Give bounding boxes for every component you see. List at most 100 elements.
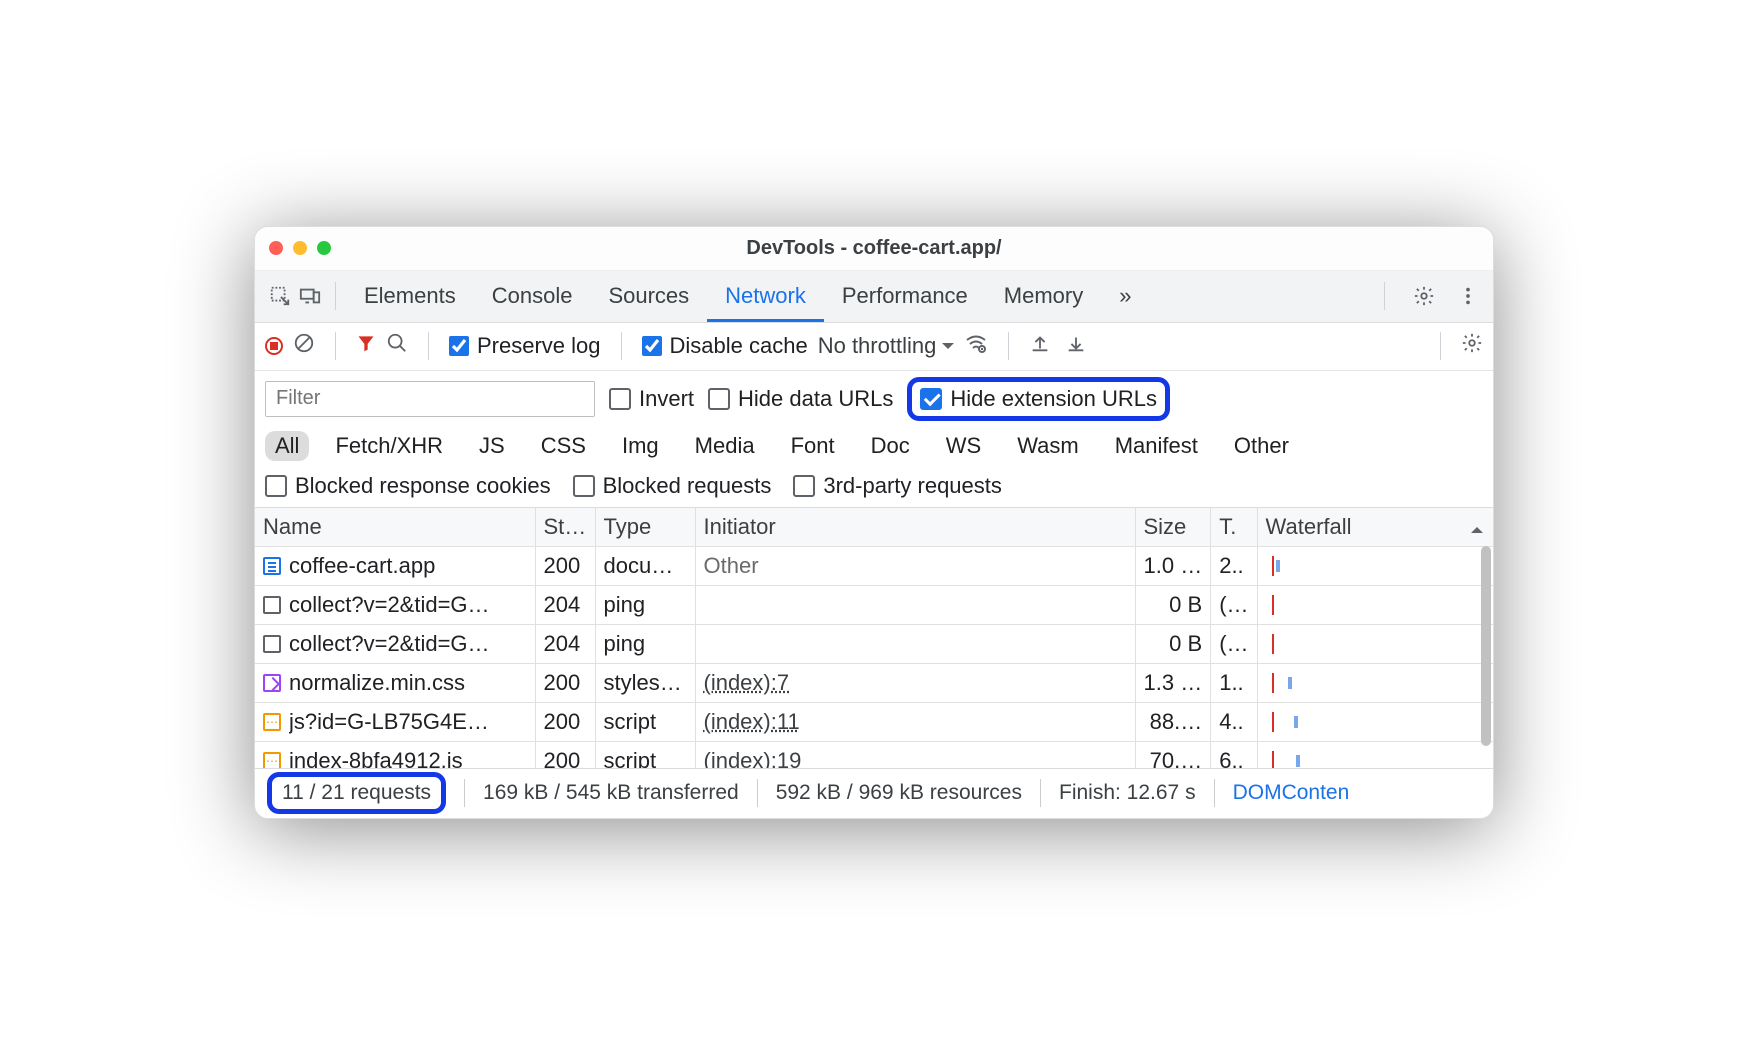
inspect-icon[interactable] bbox=[265, 285, 295, 307]
divider bbox=[1384, 282, 1385, 310]
col-name-header[interactable]: Name bbox=[255, 508, 535, 547]
table-header-row: Name St… Type Initiator Size T. Waterfal… bbox=[255, 508, 1493, 547]
checkbox-icon bbox=[265, 475, 287, 497]
window-title: DevTools - coffee-cart.app/ bbox=[269, 237, 1479, 260]
blocked-requests-checkbox[interactable]: Blocked requests bbox=[573, 473, 772, 499]
divider bbox=[621, 332, 622, 360]
time-cell: (… bbox=[1211, 624, 1257, 663]
type-media[interactable]: Media bbox=[685, 431, 765, 461]
type-cell: script bbox=[595, 741, 695, 768]
scrollbar[interactable] bbox=[1481, 546, 1491, 746]
col-status-header[interactable]: St… bbox=[535, 508, 595, 547]
invert-checkbox[interactable]: Invert bbox=[609, 386, 694, 412]
throttling-select[interactable]: No throttling bbox=[818, 333, 955, 359]
type-cell: ping bbox=[595, 624, 695, 663]
hide-data-urls-checkbox[interactable]: Hide data URLs bbox=[708, 386, 893, 412]
network-settings-icon[interactable] bbox=[1461, 332, 1483, 360]
type-css[interactable]: CSS bbox=[531, 431, 596, 461]
type-cell: styles… bbox=[595, 663, 695, 702]
tab-elements[interactable]: Elements bbox=[346, 271, 474, 322]
col-initiator-header[interactable]: Initiator bbox=[695, 508, 1135, 547]
preserve-log-input[interactable] bbox=[449, 336, 469, 356]
size-cell: 0 B bbox=[1135, 585, 1211, 624]
kebab-icon[interactable] bbox=[1453, 285, 1483, 307]
request-name: normalize.min.css bbox=[289, 670, 465, 696]
size-cell: 70.… bbox=[1135, 741, 1211, 768]
tab-network[interactable]: Network bbox=[707, 271, 824, 322]
gear-icon[interactable] bbox=[1409, 285, 1439, 307]
tab-more[interactable]: » bbox=[1101, 271, 1149, 322]
download-har-icon[interactable] bbox=[1065, 332, 1087, 360]
type-ws[interactable]: WS bbox=[936, 431, 991, 461]
waterfall-cell bbox=[1266, 751, 1485, 768]
status-cell: 204 bbox=[535, 624, 595, 663]
type-fetch-xhr[interactable]: Fetch/XHR bbox=[325, 431, 453, 461]
transferred-size: 169 kB / 545 kB transferred bbox=[483, 781, 739, 805]
col-size-header[interactable]: Size bbox=[1135, 508, 1211, 547]
network-conditions-icon[interactable] bbox=[964, 331, 988, 361]
file-css-icon bbox=[263, 674, 281, 692]
table-row[interactable]: normalize.min.css 200 styles… (index):7 … bbox=[255, 663, 1493, 702]
chevron-down-icon bbox=[942, 343, 954, 355]
checkbox-icon bbox=[920, 388, 942, 410]
checkbox-icon bbox=[708, 388, 730, 410]
type-wasm[interactable]: Wasm bbox=[1007, 431, 1089, 461]
tab-performance[interactable]: Performance bbox=[824, 271, 986, 322]
tab-memory[interactable]: Memory bbox=[986, 271, 1101, 322]
initiator-link[interactable]: (index):7 bbox=[704, 670, 790, 695]
divider bbox=[335, 332, 336, 360]
upload-har-icon[interactable] bbox=[1029, 332, 1051, 360]
type-other[interactable]: Other bbox=[1224, 431, 1299, 461]
type-all[interactable]: All bbox=[265, 431, 309, 461]
waterfall-cell bbox=[1266, 634, 1485, 654]
search-icon[interactable] bbox=[386, 332, 408, 360]
third-party-checkbox[interactable]: 3rd-party requests bbox=[793, 473, 1002, 499]
maximize-window-button[interactable] bbox=[317, 241, 331, 255]
type-img[interactable]: Img bbox=[612, 431, 669, 461]
filter-input[interactable] bbox=[265, 381, 595, 417]
type-doc[interactable]: Doc bbox=[861, 431, 920, 461]
status-cell: 200 bbox=[535, 702, 595, 741]
disable-cache-input[interactable] bbox=[642, 336, 662, 356]
disable-cache-checkbox[interactable]: Disable cache bbox=[642, 333, 808, 359]
tab-sources[interactable]: Sources bbox=[590, 271, 707, 322]
type-manifest[interactable]: Manifest bbox=[1105, 431, 1208, 461]
minimize-window-button[interactable] bbox=[293, 241, 307, 255]
initiator-link[interactable]: (index):11 bbox=[704, 709, 800, 734]
divider bbox=[428, 332, 429, 360]
col-waterfall-header[interactable]: Waterfall bbox=[1257, 508, 1493, 547]
device-toolbar-icon[interactable] bbox=[295, 285, 325, 307]
hide-extension-urls-checkbox[interactable]: Hide extension URLs bbox=[907, 377, 1170, 421]
table-row[interactable]: coffee-cart.app 200 docu… Other 1.0 … 2.… bbox=[255, 546, 1493, 585]
type-js[interactable]: JS bbox=[469, 431, 515, 461]
initiator-link[interactable]: (index):19 bbox=[704, 748, 802, 768]
request-name: collect?v=2&tid=G… bbox=[289, 592, 490, 618]
request-name: coffee-cart.app bbox=[289, 553, 435, 579]
col-type-header[interactable]: Type bbox=[595, 508, 695, 547]
waterfall-cell bbox=[1266, 595, 1485, 615]
type-cell: script bbox=[595, 702, 695, 741]
table-row[interactable]: index-8bfa4912.js 200 script (index):19 … bbox=[255, 741, 1493, 768]
checkbox-icon bbox=[609, 388, 631, 410]
status-cell: 204 bbox=[535, 585, 595, 624]
preserve-log-checkbox[interactable]: Preserve log bbox=[449, 333, 601, 359]
checkbox-icon bbox=[793, 475, 815, 497]
titlebar: DevTools - coffee-cart.app/ bbox=[255, 227, 1493, 271]
type-font[interactable]: Font bbox=[781, 431, 845, 461]
request-name: index-8bfa4912.js bbox=[289, 748, 463, 768]
sort-asc-icon bbox=[1471, 521, 1483, 533]
blocked-cookies-checkbox[interactable]: Blocked response cookies bbox=[265, 473, 551, 499]
record-button[interactable] bbox=[265, 337, 283, 355]
table-row[interactable]: collect?v=2&tid=G… 204 ping 0 B (… bbox=[255, 624, 1493, 663]
table-row[interactable]: js?id=G-LB75G4E… 200 script (index):11 8… bbox=[255, 702, 1493, 741]
col-time-header[interactable]: T. bbox=[1211, 508, 1257, 547]
resources-size: 592 kB / 969 kB resources bbox=[776, 781, 1022, 805]
table-row[interactable]: collect?v=2&tid=G… 204 ping 0 B (… bbox=[255, 585, 1493, 624]
clear-button[interactable] bbox=[293, 332, 315, 360]
filter-icon[interactable] bbox=[356, 333, 376, 359]
request-name: collect?v=2&tid=G… bbox=[289, 631, 490, 657]
time-cell: (… bbox=[1211, 585, 1257, 624]
close-window-button[interactable] bbox=[269, 241, 283, 255]
tab-console[interactable]: Console bbox=[474, 271, 591, 322]
resource-type-filters: All Fetch/XHR JS CSS Img Media Font Doc … bbox=[255, 427, 1493, 469]
